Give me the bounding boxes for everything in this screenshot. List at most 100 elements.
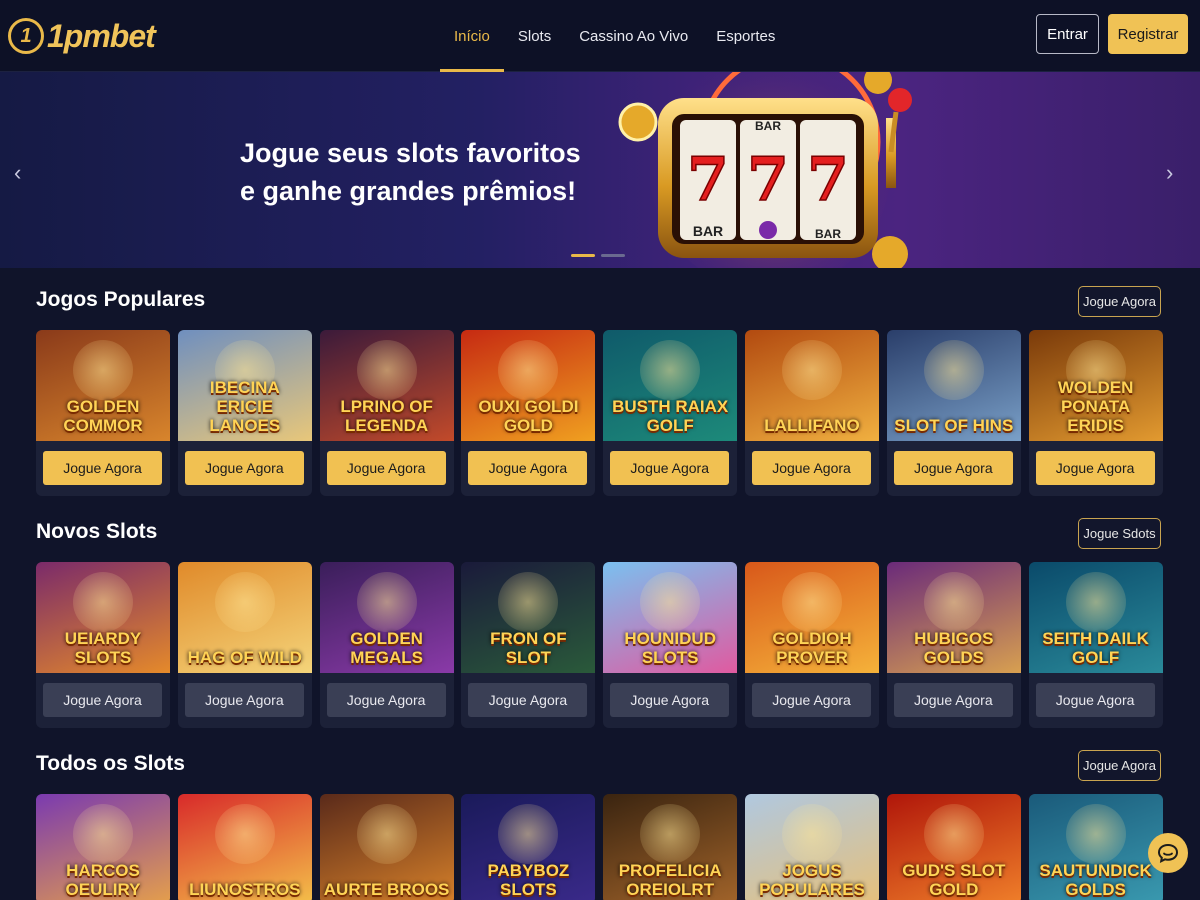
game-thumbnail[interactable]: HUBIGOS GOLDS — [886, 562, 1021, 673]
play-now-button[interactable]: Jogue Agora — [1035, 683, 1155, 717]
game-thumbnail[interactable]: AURTE BROOS — [319, 794, 454, 900]
game-title: HARCOS OEULIRY — [65, 861, 141, 899]
play-now-button[interactable]: Jogue Agora — [184, 683, 304, 717]
game-art — [73, 804, 133, 864]
game-title: GOLDIOH PROVER — [772, 629, 852, 667]
game-card[interactable]: SEITH DAILK GOLF Jogue Agora — [1028, 562, 1163, 728]
game-title: LIUNOSTROS — [189, 880, 301, 899]
game-card[interactable]: GOLDIOH PROVER Jogue Agora — [745, 562, 879, 728]
play-now-button[interactable]: Jogue Agora — [610, 451, 730, 485]
play-now-button[interactable]: Jogue Agora — [1035, 451, 1155, 485]
play-now-button[interactable]: Jogue Agora — [326, 683, 446, 717]
svg-text:7: 7 — [687, 145, 729, 215]
game-thumbnail[interactable]: GOLDEN COMMOR — [36, 330, 170, 441]
section-title: Jogos Populares — [36, 288, 206, 311]
game-card[interactable]: HUBIGOS GOLDS Jogue Agora — [886, 562, 1021, 728]
game-art — [782, 572, 842, 632]
game-card[interactable]: WOLDEN PONATA ERIDIS Jogue Agora — [1028, 330, 1163, 496]
game-thumbnail[interactable]: SLOT OF HINS — [886, 330, 1021, 441]
game-thumbnail[interactable]: GUD'S SLOT GOLD — [886, 794, 1021, 900]
game-thumbnail[interactable]: HOUNIDUD SLOTS — [603, 562, 738, 673]
game-card[interactable]: JOGUS POPULARES — [745, 794, 879, 900]
play-now-button[interactable]: Jogue Agora — [468, 451, 588, 485]
game-card[interactable]: IBECINA ERICIE LANOES Jogue Agora — [177, 330, 312, 496]
brand-logo[interactable]: 1 1pmbet — [8, 14, 156, 58]
game-thumbnail[interactable]: SAUTUNDICK GOLDS — [1028, 794, 1163, 900]
game-card[interactable]: HARCOS OEULIRY — [36, 794, 170, 900]
game-art — [498, 572, 559, 632]
chevron-right-icon[interactable]: › — [1166, 160, 1173, 186]
play-now-button[interactable]: Jogue Agora — [893, 451, 1013, 485]
game-art — [356, 804, 417, 864]
game-thumbnail[interactable]: UEIARDY SLOTS — [36, 562, 170, 673]
game-thumbnail[interactable]: BUSTH RAIAX GOLF — [603, 330, 738, 441]
game-card[interactable]: GOLDEN COMMOR Jogue Agora — [36, 330, 170, 496]
game-art — [1065, 572, 1126, 632]
game-thumbnail[interactable]: GOLDIOH PROVER — [745, 562, 879, 673]
game-thumbnail[interactable]: WOLDEN PONATA ERIDIS — [1028, 330, 1163, 441]
game-card[interactable]: HOUNIDUD SLOTS Jogue Agora — [603, 562, 738, 728]
slide-dot[interactable] — [571, 254, 595, 257]
play-now-button[interactable]: Jogue Agora — [43, 451, 162, 485]
nav-item-esportes[interactable]: Esportes — [702, 0, 789, 72]
game-thumbnail[interactable]: GOLDEN MEGALS — [319, 562, 454, 673]
game-card[interactable]: SLOT OF HINS Jogue Agora — [886, 330, 1021, 496]
banner-title: Jogue seus slots favoritos e ganhe grand… — [240, 138, 581, 206]
game-card[interactable]: PABYBOZ SLOTS — [461, 794, 596, 900]
game-card[interactable]: GOLDEN MEGALS Jogue Agora — [319, 562, 454, 728]
game-thumbnail[interactable]: HAG OF WILD — [177, 562, 312, 673]
chat-bubble-icon[interactable] — [1148, 833, 1188, 873]
game-art — [356, 572, 417, 632]
slide-dot[interactable] — [601, 254, 625, 257]
game-art — [73, 572, 133, 632]
game-thumbnail[interactable]: PABYBOZ SLOTS — [461, 794, 596, 900]
game-thumbnail[interactable]: IBECINA ERICIE LANOES — [177, 330, 312, 441]
game-card[interactable]: AURTE BROOS — [319, 794, 454, 900]
game-card[interactable]: SAUTUNDICK GOLDS — [1028, 794, 1163, 900]
game-art — [214, 572, 275, 632]
game-card[interactable]: GUD'S SLOT GOLD — [886, 794, 1021, 900]
section-action-button[interactable]: Jogue Agora — [1078, 286, 1161, 317]
game-card[interactable]: UEIARDY SLOTS Jogue Agora — [36, 562, 170, 728]
play-now-button[interactable]: Jogue Agora — [184, 451, 304, 485]
play-now-button[interactable]: Jogue Agora — [468, 683, 588, 717]
section-action-button[interactable]: Jogue Agora — [1078, 750, 1161, 781]
chevron-left-icon[interactable]: ‹ — [14, 160, 21, 186]
game-art — [923, 804, 984, 864]
register-button[interactable]: Registrar — [1108, 14, 1188, 54]
play-now-button[interactable]: Jogue Agora — [893, 683, 1013, 717]
login-button[interactable]: Entrar — [1036, 14, 1099, 54]
nav-item-inicio[interactable]: Início — [440, 0, 504, 72]
game-thumbnail[interactable]: SEITH DAILK GOLF — [1028, 562, 1163, 673]
section-action-button[interactable]: Jogue Sdots — [1078, 518, 1161, 549]
play-now-button[interactable]: Jogue Agora — [326, 451, 446, 485]
logo-mark-icon: 1 — [8, 18, 44, 54]
game-thumbnail[interactable]: LIUNOSTROS — [177, 794, 312, 900]
game-title: GUD'S SLOT GOLD — [902, 861, 1006, 899]
nav-item-slots[interactable]: Slots — [504, 0, 565, 72]
game-thumbnail[interactable]: HARCOS OEULIRY — [36, 794, 170, 900]
game-thumbnail[interactable]: OUXI GOLDI GOLD — [461, 330, 596, 441]
game-art — [923, 340, 984, 400]
game-card[interactable]: OUXI GOLDI GOLD Jogue Agora — [461, 330, 596, 496]
game-card[interactable]: PROFELICIA OREIOLRT — [603, 794, 738, 900]
game-card[interactable]: LALLIFANO Jogue Agora — [745, 330, 879, 496]
game-thumbnail[interactable]: PROFELICIA OREIOLRT — [603, 794, 738, 900]
game-card[interactable]: LIUNOSTROS — [177, 794, 312, 900]
game-card[interactable]: LPRINO OF LEGENDA Jogue Agora — [319, 330, 454, 496]
game-thumbnail[interactable]: LPRINO OF LEGENDA — [319, 330, 454, 441]
game-title: HOUNIDUD SLOTS — [624, 629, 716, 667]
play-now-button[interactable]: Jogue Agora — [43, 683, 162, 717]
play-now-button[interactable]: Jogue Agora — [610, 683, 730, 717]
game-card[interactable]: BUSTH RAIAX GOLF Jogue Agora — [603, 330, 738, 496]
game-card[interactable]: HAG OF WILD Jogue Agora — [177, 562, 312, 728]
play-now-button[interactable]: Jogue Agora — [752, 451, 871, 485]
play-now-button[interactable]: Jogue Agora — [752, 683, 871, 717]
game-thumbnail[interactable]: LALLIFANO — [745, 330, 879, 441]
game-thumbnail[interactable]: JOGUS POPULARES — [745, 794, 879, 900]
game-card[interactable]: FRON OF SLOT Jogue Agora — [461, 562, 596, 728]
game-title: HAG OF WILD — [187, 648, 302, 667]
nav-item-cassino-ao-vivo[interactable]: Cassino Ao Vivo — [565, 0, 702, 72]
game-thumbnail[interactable]: FRON OF SLOT — [461, 562, 596, 673]
game-art — [782, 340, 842, 400]
